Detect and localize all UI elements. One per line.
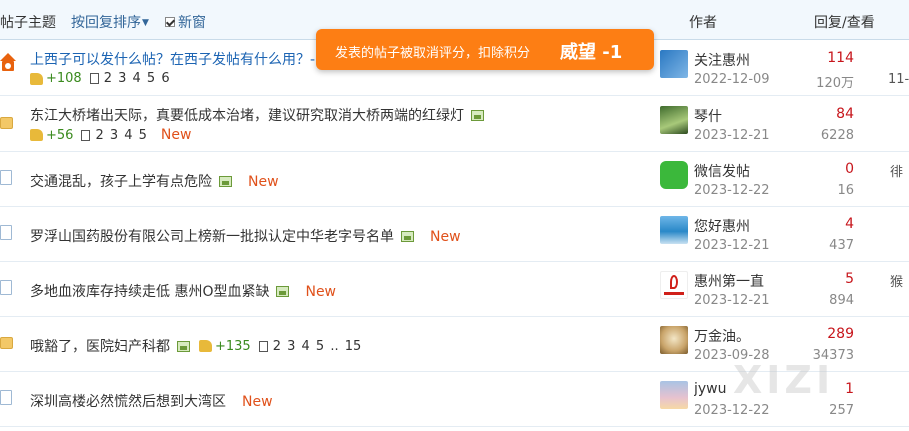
column-title-subject: 帖子主题 <box>0 15 56 31</box>
like-count: +108 <box>46 71 82 86</box>
like-count: +135 <box>215 338 251 354</box>
logo-icon <box>670 275 678 289</box>
new-badge: New <box>248 174 279 190</box>
toast-message: 发表的帖子被取消评分，扣除积分 <box>335 46 531 61</box>
author-link[interactable]: 您好惠州 <box>694 216 768 236</box>
folder-icon <box>0 117 13 129</box>
post-date: 2023-12-21 <box>694 293 770 308</box>
thread-title-link[interactable]: 上西子可以发什么帖？在西子发帖有什么用？- <box>30 49 315 69</box>
table-row: 东江大桥堵出天际，真要低成本治堵，建议研究取消大桥两端的红绿灯 +56 2 3 … <box>0 97 909 152</box>
page-links[interactable]: 2 3 4 5 .. 15 <box>273 339 362 354</box>
author-link[interactable]: 琴什 <box>694 106 768 126</box>
image-attachment-icon <box>219 176 232 187</box>
image-attachment-icon <box>401 231 414 242</box>
post-date: 2023-12-22 <box>694 183 770 198</box>
avatar[interactable] <box>660 216 688 244</box>
thread-title-link[interactable]: 交通混乱，孩子上学有点危险 New <box>30 171 279 191</box>
page-links[interactable]: 2 3 4 5 <box>95 128 146 143</box>
new-window-checkbox[interactable]: 新窗 <box>165 12 206 32</box>
view-count: 16 <box>837 183 854 198</box>
thread-title-link[interactable]: 深圳高楼必然慌然后想到大湾区 New <box>30 391 273 411</box>
thumbs-up-icon <box>199 340 212 352</box>
new-badge: New <box>430 229 461 245</box>
avatar[interactable] <box>660 326 688 354</box>
score-notification-toast: 发表的帖子被取消评分，扣除积分 威望 -1 <box>316 29 654 70</box>
column-title-replies: 回复/查看 <box>814 15 875 31</box>
reply-count[interactable]: 4 <box>845 216 854 232</box>
last-poster[interactable]: 猴 <box>890 271 903 290</box>
reply-count[interactable]: 84 <box>836 106 854 122</box>
thread-title-text: 罗浮山国药股份有限公司上榜新一批拟认定中华老字号名单 <box>30 229 394 245</box>
document-icon <box>0 390 12 405</box>
column-title-author: 作者 <box>689 15 717 31</box>
logo-text-bar <box>664 292 684 295</box>
table-row: 罗浮山国药股份有限公司上榜新一批拟认定中华老字号名单 New 您好惠州 2023-… <box>0 207 909 262</box>
new-badge: New <box>160 127 192 143</box>
author-link[interactable]: 惠州第一直 <box>694 271 768 291</box>
view-count: 6228 <box>820 128 854 143</box>
table-row: 多地血液库存持续走低 惠州O型血紧缺 New 惠州第一直 2023-12-21 5… <box>0 262 909 317</box>
view-count: 437 <box>829 238 854 253</box>
thread-meta: +108 2 3 4 5 6 <box>30 71 170 86</box>
new-badge: New <box>305 284 337 300</box>
like-count: +56 <box>46 127 74 143</box>
new-badge: New <box>242 394 273 410</box>
reply-count[interactable]: 5 <box>845 271 854 287</box>
reply-count[interactable]: 1 <box>845 381 854 397</box>
reply-count[interactable]: 0 <box>845 161 854 177</box>
view-count: 894 <box>829 293 854 308</box>
author-link[interactable]: 微信发帖 <box>694 161 768 181</box>
post-date: 2022-12-09 <box>694 72 770 87</box>
thread-title-link[interactable]: 多地血液库存持续走低 惠州O型血紧缺 New <box>30 281 336 301</box>
caret-down-icon: ▼ <box>142 18 149 28</box>
toast-points: 威望 -1 <box>560 42 623 63</box>
sort-label: 按回复排序 <box>71 15 141 31</box>
post-date: 2023-12-21 <box>694 238 770 253</box>
last-post-date: 11-0 <box>888 72 909 87</box>
avatar[interactable] <box>660 106 688 134</box>
thread-meta: 哦豁了，医院妇产科都 +135 2 3 4 5 .. 15 <box>30 336 361 356</box>
reply-count[interactable]: 289 <box>827 326 854 342</box>
document-icon <box>0 225 12 240</box>
site-watermark: XIZI <box>733 358 835 402</box>
image-attachment-icon <box>177 340 190 352</box>
avatar[interactable] <box>660 381 688 409</box>
reply-count[interactable]: 114 <box>827 50 854 66</box>
author-link[interactable]: 万金油。 <box>694 326 768 346</box>
thread-title-link[interactable]: 哦豁了，医院妇产科都 <box>30 336 170 356</box>
wechat-avatar[interactable] <box>660 161 688 189</box>
new-window-label: 新窗 <box>178 15 206 31</box>
document-icon <box>0 280 12 295</box>
thread-title-text: 多地血液库存持续走低 惠州O型血紧缺 <box>30 284 270 300</box>
image-attachment-icon <box>276 286 290 297</box>
view-count: 257 <box>829 403 854 418</box>
pages-icon <box>81 129 91 141</box>
thumbs-up-icon <box>30 129 43 141</box>
thread-title-text: 东江大桥堵出天际，真要低成本治堵，建议研究取消大桥两端的红绿灯 <box>30 108 464 124</box>
checkbox-checked-icon <box>165 17 175 27</box>
image-attachment-icon <box>471 110 484 121</box>
thread-meta: +56 2 3 4 5 New <box>30 127 191 143</box>
avatar[interactable] <box>660 271 688 299</box>
post-date: 2023-12-21 <box>694 128 770 143</box>
thread-title-link[interactable]: 东江大桥堵出天际，真要低成本治堵，建议研究取消大桥两端的红绿灯 <box>30 105 484 125</box>
view-count: 120万 <box>816 76 854 91</box>
thumbs-up-icon <box>30 72 43 85</box>
thread-title-text: 交通混乱，孩子上学有点危险 <box>30 174 212 190</box>
author-link[interactable]: 关注惠州 <box>694 50 768 70</box>
page-links[interactable]: 2 3 4 5 6 <box>104 71 170 86</box>
hot-thread-icon <box>0 53 16 73</box>
thread-title-text: 深圳高楼必然慌然后想到大湾区 <box>30 394 226 410</box>
sort-by-replies-dropdown[interactable]: 按回复排序▼ <box>71 12 149 32</box>
folder-icon <box>0 337 13 349</box>
table-row: 交通混乱，孩子上学有点危险 New 微信发帖 2023-12-22 0 16 徘 <box>0 152 909 207</box>
thread-title-link[interactable]: 罗浮山国药股份有限公司上榜新一批拟认定中华老字号名单 New <box>30 226 461 246</box>
last-poster[interactable]: 徘 <box>890 161 903 180</box>
document-icon <box>0 170 12 185</box>
pages-icon <box>89 73 99 84</box>
post-date: 2023-12-22 <box>694 403 770 418</box>
pages-icon <box>258 340 268 352</box>
avatar[interactable] <box>660 50 688 78</box>
